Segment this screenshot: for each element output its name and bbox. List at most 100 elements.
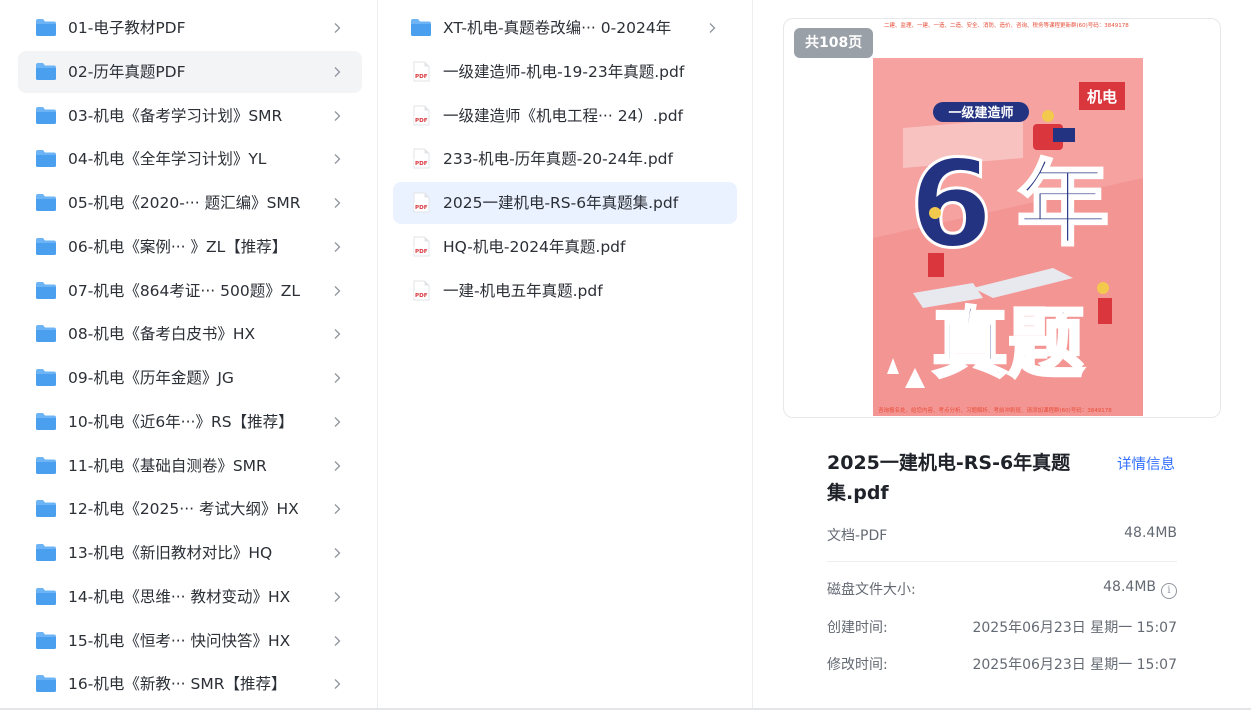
item-label: 233-机电-历年真题-20-24年.pdf (443, 150, 673, 169)
file-item[interactable]: PDF 一级建造师-机电-19-23年真题.pdf (393, 51, 737, 93)
folder-icon (36, 237, 56, 255)
pdf-file-icon: PDF (413, 280, 430, 300)
folder-item[interactable]: 10-机电《近6年···》RS【推荐】 (18, 401, 362, 443)
disk-size-label: 磁盘文件大小: (827, 582, 916, 598)
item-label: 2025一建机电-RS-6年真题集.pdf (443, 194, 679, 212)
folder-item[interactable]: 12-机电《2025··· 考试大纲》HX (18, 488, 362, 530)
folder-item[interactable]: 04-机电《全年学习计划》YL (18, 138, 362, 180)
pdf-icon-label: PDF (415, 161, 428, 167)
folder-icon (36, 544, 56, 561)
folder-icon (36, 106, 56, 124)
chevron-right-icon (334, 241, 341, 252)
folder-icon (36, 631, 56, 649)
chevron-right-icon (334, 23, 341, 33)
item-label: 06-机电《案例··· 》ZL【推荐】 (68, 237, 288, 256)
folder-item[interactable]: 07-机电《864考证··· 500题》ZL (18, 270, 362, 312)
item-label: 02-历年真题PDF (68, 62, 186, 81)
folder-item[interactable]: 02-历年真题PDF (18, 50, 362, 93)
folder-icon (36, 62, 56, 80)
folder-icon (36, 412, 56, 430)
details-link[interactable]: 详情信息 (1117, 453, 1175, 474)
item-label: 07-机电《864考证··· 500题》ZL (68, 281, 300, 300)
folder-item[interactable]: 05-机电《2020-··· 题汇编》SMR (18, 182, 362, 224)
created-value: 2025年06月23日 星期一 15:07 (972, 620, 1177, 636)
folder-item[interactable]: 03-机电《备考学习计划》SMR (18, 95, 362, 137)
file-title: 2025一建机电-RS-6年真题集.pdf (827, 452, 1071, 504)
folder-icon (36, 150, 56, 168)
file-item[interactable]: PDF 一级建造师《机电工程··· 24）.pdf (393, 95, 737, 137)
folder-icon (36, 369, 56, 386)
item-label: 04-机电《全年学习计划》YL (68, 150, 267, 169)
folder-icon (36, 500, 56, 518)
folder-list: 01-电子教材PDF 02-历年真题PDF 03-机电《备考学习计划》SMR 04-机… (0, 0, 378, 708)
folder-item[interactable]: 01-电子教材PDF (18, 7, 362, 49)
chevron-right-icon (334, 329, 341, 340)
pdf-icon-label: PDF (415, 205, 428, 211)
item-label: 15-机电《恒考··· 快问快答》HX (68, 631, 291, 650)
file-item[interactable]: PDF 233-机电-历年真题-20-24年.pdf (393, 138, 737, 180)
divider (827, 561, 1177, 562)
disk-size-value: 48.4MB (1103, 579, 1156, 595)
item-label: 一级建造师-机电-19-23年真题.pdf (443, 62, 685, 81)
folder-item[interactable]: XT-机电-真题卷改编··· 0-2024年 (393, 7, 737, 49)
folder-item[interactable]: 06-机电《案例··· 》ZL【推荐】 (18, 226, 362, 268)
item-label: 10-机电《近6年···》RS【推荐】 (68, 412, 294, 431)
folder-icon (36, 281, 56, 299)
pdf-file-icon: PDF (413, 61, 430, 82)
page-count-badge: 共108页 (794, 28, 874, 58)
file-type-label: 文档-PDF (827, 528, 888, 544)
item-label: 一建-机电五年真题.pdf (443, 281, 603, 300)
folder-item[interactable]: 16-机电《新教··· SMR【推荐】 (18, 663, 362, 705)
file-item[interactable]: PDF 2025一建机电-RS-6年真题集.pdf (393, 182, 737, 224)
item-label: 09-机电《历年金题》JG (68, 369, 234, 387)
folder-icon (36, 675, 56, 693)
cover-top-note: 二建、监理、一建、一造、二造、安全、消防、造价、咨询、税务等课程更新群(60)号… (884, 23, 1129, 29)
chevron-right-icon (334, 504, 341, 515)
file-preview[interactable]: 二建、监理、一建、一造、二造、安全、消防、造价、咨询、税务等课程更新群(60)号… (783, 18, 1221, 418)
chevron-right-icon (334, 285, 341, 296)
disk-size-value-row: 48.4MB i (1103, 579, 1177, 599)
item-label: XT-机电-真题卷改编··· 0-2024年 (443, 19, 672, 37)
chevron-right-icon (334, 110, 341, 121)
file-item[interactable]: PDF HQ-机电-2024年真题.pdf (393, 226, 737, 268)
item-label: 05-机电《2020-··· 题汇编》SMR (68, 194, 301, 212)
cover-tag: 机电 (1087, 88, 1117, 106)
folder-item[interactable]: 11-机电《基础自测卷》SMR (18, 445, 362, 487)
pdf-file-icon: PDF (413, 236, 430, 257)
folder-icon (36, 19, 56, 36)
pdf-file-icon: PDF (413, 105, 430, 125)
chevron-right-icon (334, 548, 341, 558)
item-label: 16-机电《新教··· SMR【推荐】 (68, 675, 287, 694)
folder-item[interactable]: 09-机电《历年金题》JG (18, 357, 362, 399)
chevron-right-icon (334, 154, 341, 165)
info-icon[interactable]: i (1161, 583, 1177, 599)
pdf-icon-label: PDF (415, 118, 428, 124)
cover-big-2: 年 (1017, 151, 1109, 258)
cover-big-1: 6 (909, 136, 993, 275)
pdf-icon-label: PDF (415, 293, 428, 299)
item-label: HQ-机电-2024年真题.pdf (443, 237, 626, 256)
cover-bottom-note: 咨询报名处、给您内容、考点分析、习题解析、考前冲刺班、请添加课程群(60)号码：… (878, 408, 1112, 414)
folder-item[interactable]: 13-机电《新旧教材对比》HQ (18, 532, 362, 574)
chevron-right-icon (334, 679, 341, 690)
item-label: 11-机电《基础自测卷》SMR (68, 456, 267, 475)
item-label: 一级建造师《机电工程··· 24）.pdf (443, 106, 683, 125)
chevron-right-icon (334, 66, 341, 77)
modified-value: 2025年06月23日 星期一 15:07 (972, 657, 1177, 673)
chevron-right-icon (334, 635, 341, 646)
chevron-right-icon (334, 591, 341, 602)
file-type-size: 48.4MB (1124, 525, 1177, 541)
folder-icon (36, 587, 56, 605)
item-label: 08-机电《备考白皮书》HX (68, 325, 256, 344)
pdf-file-icon: PDF (413, 148, 430, 169)
cover-image: 一级建造师 机电 6 年 真题 (873, 58, 1143, 416)
file-item[interactable]: PDF 一建-机电五年真题.pdf (393, 270, 737, 312)
folder-item[interactable]: 08-机电《备考白皮书》HX (18, 313, 362, 355)
item-label: 03-机电《备考学习计划》SMR (68, 106, 283, 125)
folder-item[interactable]: 14-机电《思维··· 教材变动》HX (18, 576, 362, 618)
item-label: 12-机电《2025··· 考试大纲》HX (68, 500, 299, 519)
created-label: 创建时间: (827, 620, 888, 636)
chevron-right-icon (709, 23, 716, 33)
item-label: 01-电子教材PDF (68, 19, 186, 37)
folder-item[interactable]: 15-机电《恒考··· 快问快答》HX (18, 620, 362, 662)
